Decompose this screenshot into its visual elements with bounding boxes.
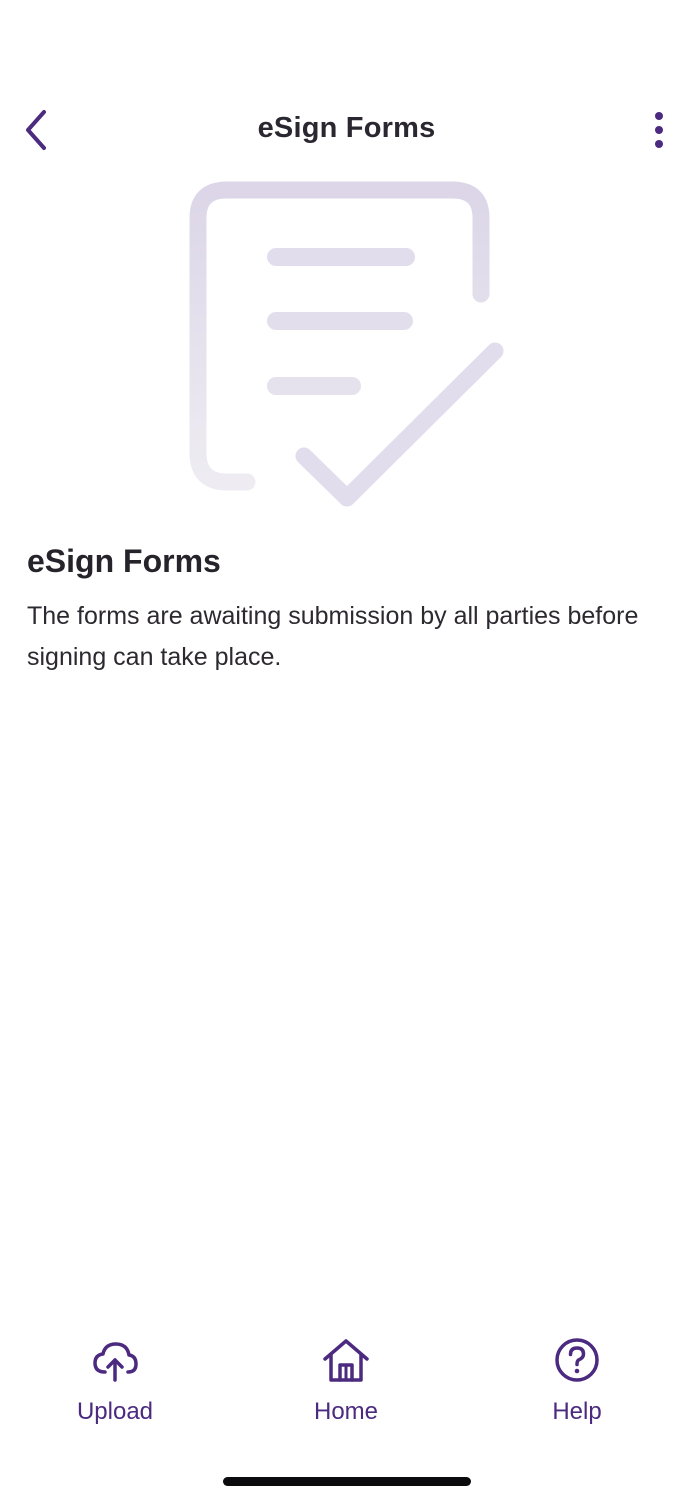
tab-help-label: Help: [552, 1398, 602, 1425]
help-circle-icon: [553, 1336, 601, 1384]
status-message: eSign Forms The forms are awaiting submi…: [27, 540, 672, 678]
home-icon: [322, 1336, 370, 1384]
more-vertical-icon: [655, 112, 663, 148]
status-description: The forms are awaiting submission by all…: [27, 602, 639, 671]
tab-home-label: Home: [313, 1398, 379, 1425]
app-header: eSign Forms: [0, 98, 693, 164]
tab-help[interactable]: Help: [487, 1336, 667, 1436]
tab-upload-label: Upload: [76, 1398, 154, 1425]
status-title: eSign Forms: [27, 543, 221, 579]
page-title: eSign Forms: [257, 112, 436, 144]
document-check-illustration: [170, 170, 520, 520]
document-check-icon: [189, 181, 504, 507]
more-options-button[interactable]: [641, 102, 677, 158]
home-indicator: [223, 1477, 471, 1486]
cloud-upload-icon: [91, 1336, 139, 1384]
bottom-tab-bar: Upload Home Help: [0, 1336, 693, 1446]
tab-home[interactable]: Home: [256, 1336, 436, 1436]
tab-upload[interactable]: Upload: [25, 1336, 205, 1436]
